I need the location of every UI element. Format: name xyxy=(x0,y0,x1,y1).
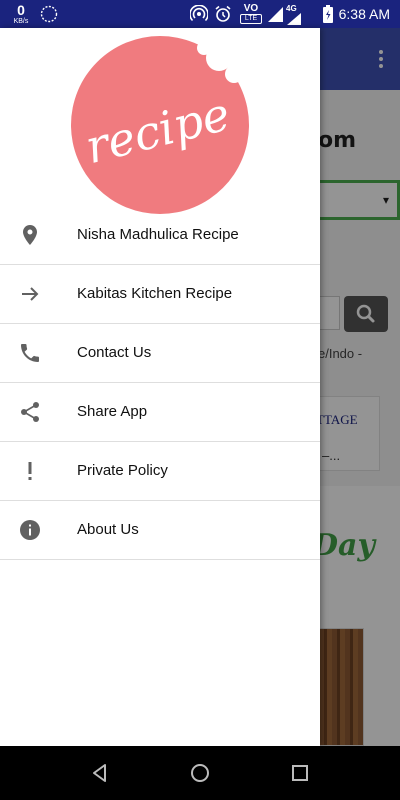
network-speed-unit: KB/s xyxy=(13,18,29,25)
back-icon[interactable] xyxy=(88,761,112,785)
navigation-bar xyxy=(0,746,400,800)
recipe-logo: recipe xyxy=(71,36,249,214)
menu-item-kabitas-kitchen-recipe[interactable]: Kabitas Kitchen Recipe xyxy=(0,265,320,324)
menu-item-nisha-madhulica-recipe[interactable]: Nisha Madhulica Recipe xyxy=(0,206,320,265)
status-bar: 0 KB/s VO LTE 4G 6:38 AM xyxy=(0,0,400,28)
home-icon[interactable] xyxy=(188,761,212,785)
menu-item-about-us[interactable]: About Us xyxy=(0,501,320,560)
status-time: 6:38 AM xyxy=(338,6,390,22)
volte-icon: VO LTE xyxy=(240,3,262,24)
share-icon xyxy=(21,402,39,422)
hotspot-icon xyxy=(190,5,208,22)
menu-item-label: Kabitas Kitchen Recipe xyxy=(77,285,233,302)
menu-item-private-policy[interactable]: Private Policy xyxy=(0,442,320,501)
signal-strength-icon xyxy=(268,7,283,22)
battery-icon xyxy=(323,5,333,23)
location-pin-icon xyxy=(23,225,37,245)
menu-item-label: About Us xyxy=(77,521,139,538)
menu-item-label: Contact Us xyxy=(77,344,152,361)
vpn-globe-icon xyxy=(40,5,58,23)
menu-item-label: Nisha Madhulica Recipe xyxy=(77,226,239,243)
phone-icon xyxy=(21,344,39,362)
drawer-menu: Nisha Madhulica Recipe Kabitas Kitchen R… xyxy=(0,206,320,560)
recents-icon[interactable] xyxy=(288,761,312,785)
arrow-right-icon xyxy=(22,287,39,301)
menu-item-contact-us[interactable]: Contact Us xyxy=(0,324,320,383)
signal-strength-icon-2 xyxy=(287,13,301,25)
exclamation-icon xyxy=(28,462,32,480)
volte-label: VO xyxy=(243,3,259,14)
info-icon xyxy=(20,520,40,540)
menu-item-label: Share App xyxy=(77,403,148,420)
drawer-header: recipe xyxy=(0,28,320,214)
menu-item-share-app[interactable]: Share App xyxy=(0,383,320,442)
network-speed: 0 KB/s xyxy=(8,3,34,25)
lte-label: LTE xyxy=(240,14,262,24)
alarm-icon xyxy=(215,5,231,22)
menu-item-label: Private Policy xyxy=(77,462,168,479)
network-speed-value: 0 xyxy=(17,2,25,18)
navigation-drawer: recipe Nisha Madhulica Recipe Kabitas Ki… xyxy=(0,28,320,746)
